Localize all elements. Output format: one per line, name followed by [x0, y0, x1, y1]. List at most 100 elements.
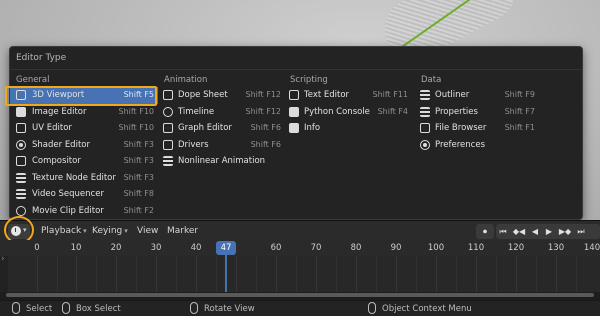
menu-item-timeline[interactable]: Timeline Shift F12: [160, 104, 285, 121]
menu-item-label: Movie Clip Editor: [32, 205, 104, 216]
menu-item-graph-editor[interactable]: Graph Editor Shift F6: [160, 120, 285, 137]
menu-divider: [10, 69, 582, 70]
menu-item-label: Drivers: [178, 139, 209, 150]
status-box-select: Box Select: [76, 304, 121, 314]
menu-item-outliner[interactable]: Outliner Shift F9: [417, 87, 539, 104]
play-button[interactable]: ▶: [542, 224, 556, 239]
gridline: [456, 256, 457, 292]
compositor-icon: [16, 156, 26, 166]
menu-item-3d-viewport[interactable]: 3D Viewport Shift F5: [10, 87, 158, 104]
ruler-label: 20: [110, 243, 122, 253]
gridline: [576, 256, 577, 292]
menu-item-label: Texture Node Editor: [32, 172, 116, 183]
dopesheet-icon: [163, 90, 173, 100]
menu-item-text-editor[interactable]: Text Editor Shift F11: [286, 87, 412, 104]
menu-item-label: Preferences: [435, 139, 485, 150]
menu-item-shortcut: Shift F8: [123, 189, 154, 198]
prev-keyframe-button[interactable]: ◆◀: [510, 224, 528, 239]
console-icon: [289, 106, 299, 117]
menu-item-movie-clip-editor[interactable]: Movie Clip Editor Shift F2: [10, 203, 158, 220]
menu-item-shortcut: Shift F4: [377, 106, 408, 116]
menu-item-drivers[interactable]: Drivers Shift F6: [160, 137, 285, 154]
animation-column: Animation Dope Sheet Shift F12 Timeline …: [160, 73, 285, 170]
menu-item-dope-sheet[interactable]: Dope Sheet Shift F12: [160, 87, 285, 104]
menu-item-uv-editor[interactable]: UV Editor Shift F10: [10, 120, 158, 137]
shader-icon: [16, 139, 26, 150]
view-menu[interactable]: View: [134, 224, 161, 239]
menu-item-label: File Browser: [435, 123, 487, 133]
menu-title: Editor Type: [16, 53, 67, 63]
menu-item-texture-node-editor[interactable]: Texture Node Editor Shift F3: [10, 170, 158, 187]
menu-item-properties[interactable]: Properties Shift F7: [417, 104, 539, 121]
data-column: Data Outliner Shift F9 Properties Shift …: [417, 73, 539, 153]
image-icon: [16, 106, 26, 117]
frame-ruler[interactable]: 0 10 20 30 40 60 70 80 90 100 110 120 13…: [0, 240, 600, 256]
playhead[interactable]: [225, 254, 227, 292]
gridline: [556, 256, 557, 292]
ruler-label: 10: [70, 243, 82, 253]
clock-icon: [11, 226, 21, 236]
gridline: [336, 256, 337, 292]
jump-end-button[interactable]: ⏭: [574, 224, 588, 239]
menu-item-shortcut: Shift F1: [504, 123, 535, 132]
menu-item-label: 3D Viewport: [32, 90, 85, 100]
marker-menu[interactable]: Marker: [164, 224, 201, 239]
ruler-label: 60: [270, 243, 282, 253]
menu-item-info[interactable]: Info: [286, 120, 412, 137]
menu-item-label: Shader Editor: [32, 139, 90, 150]
clip-icon: [16, 205, 26, 216]
current-frame-indicator[interactable]: 47: [216, 241, 236, 255]
texture-icon: [16, 172, 26, 183]
menu-item-shortcut: Shift F12: [245, 90, 281, 99]
menu-item-shortcut: Shift F12: [245, 106, 281, 116]
gridline: [216, 256, 217, 292]
menu-item-label: UV Editor: [32, 123, 72, 133]
menu-item-label: Info: [304, 123, 321, 133]
play-reverse-button[interactable]: ◀: [528, 224, 542, 239]
menu-item-python-console[interactable]: Python Console Shift F4: [286, 104, 412, 121]
filebrowser-icon: [420, 123, 430, 133]
ruler-label: 140: [583, 243, 600, 253]
gridline: [436, 256, 437, 292]
uv-icon: [16, 123, 26, 133]
menu-item-nonlinear-animation[interactable]: Nonlinear Animation: [160, 153, 285, 170]
ruler-label: 40: [190, 243, 202, 253]
gridline: [416, 256, 417, 292]
menu-item-compositor[interactable]: Compositor Shift F3: [10, 153, 158, 170]
menu-item-label: Nonlinear Animation: [178, 156, 266, 166]
menu-item-video-sequencer[interactable]: Video Sequencer Shift F8: [10, 186, 158, 203]
gridline: [76, 256, 77, 292]
jump-start-button[interactable]: ⏮: [496, 224, 510, 239]
menu-item-shortcut: Shift F7: [504, 106, 535, 116]
mouse-middle-icon: [190, 302, 198, 314]
gridline: [37, 256, 38, 292]
record-button[interactable]: ⏺: [476, 224, 494, 239]
nla-icon: [163, 156, 173, 166]
playback-menu[interactable]: Playback ▾: [38, 224, 90, 239]
editor-type-button[interactable]: ▾: [8, 224, 30, 239]
menu-item-shader-editor[interactable]: Shader Editor Shift F3: [10, 137, 158, 154]
ruler-label: 120: [507, 243, 525, 253]
timeline-scrollbar[interactable]: [6, 293, 594, 297]
status-select: Select: [26, 304, 53, 314]
gridline: [316, 256, 317, 292]
keying-menu-label: Keying: [92, 226, 123, 236]
gridline: [476, 256, 477, 292]
menu-item-label: Compositor: [32, 156, 81, 166]
menu-item-preferences[interactable]: Preferences: [417, 137, 539, 154]
keying-menu[interactable]: Keying ▾: [89, 224, 131, 239]
timeline-header: ▾ Playback ▾ Keying ▾ View Marker ⏺ ⏮ ◆◀ ◀…: [0, 220, 600, 240]
chevron-down-icon: ▾: [83, 227, 87, 235]
menu-item-image-editor[interactable]: Image Editor Shift F10: [10, 104, 158, 121]
gridline: [176, 256, 177, 292]
gridline: [136, 256, 137, 292]
menu-item-file-browser[interactable]: File Browser Shift F1: [417, 120, 539, 137]
next-keyframe-button[interactable]: ▶◆: [556, 224, 574, 239]
menu-item-shortcut: Shift F3: [123, 139, 154, 149]
animation-heading: Animation: [164, 75, 208, 85]
menu-item-shortcut: Shift F2: [123, 205, 154, 215]
timeline-area[interactable]: [0, 254, 600, 292]
gridline: [376, 256, 377, 292]
record-button-wrap: ⏺: [476, 224, 494, 239]
channel-region-toggle[interactable]: [0, 254, 8, 292]
